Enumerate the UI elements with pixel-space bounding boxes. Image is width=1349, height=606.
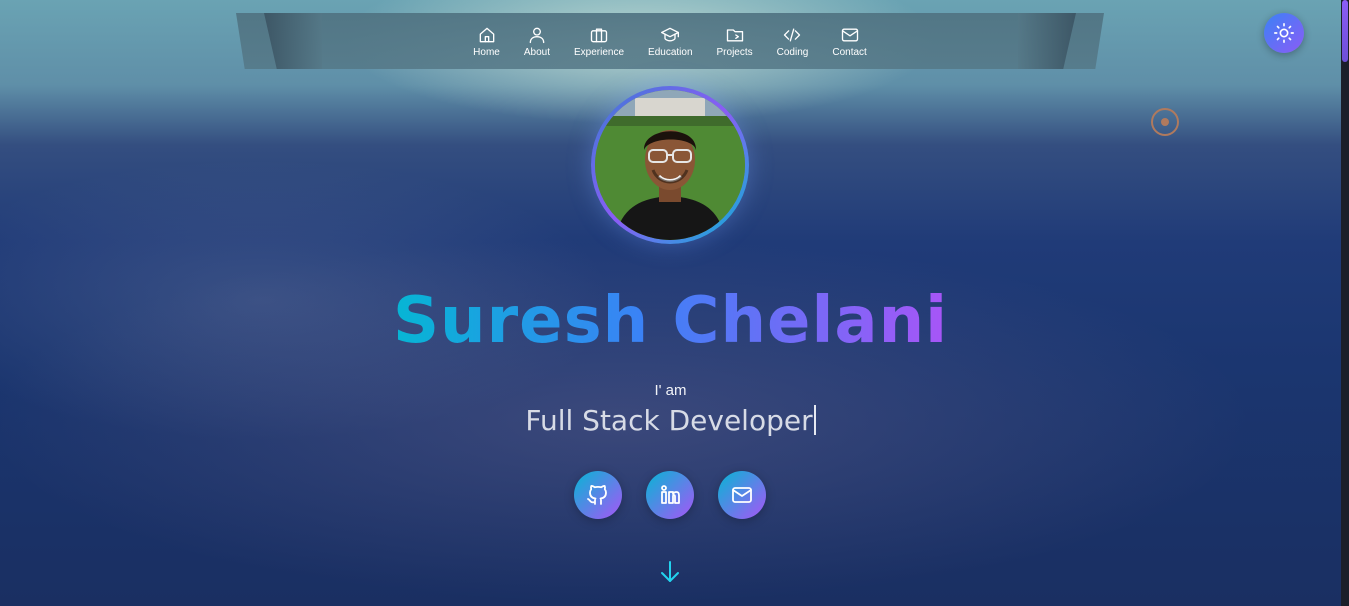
cursor-dot — [1161, 118, 1169, 126]
nav-item-label: Coding — [776, 46, 809, 58]
cursor-ring — [1151, 108, 1179, 136]
home-icon — [479, 27, 494, 42]
typing-caret — [813, 405, 816, 435]
mail-icon — [732, 487, 752, 503]
code-icon — [784, 28, 801, 41]
hero-role: Full Stack Developer — [0, 404, 1341, 437]
nav-item-label: About — [523, 46, 550, 58]
nav-item-label: Education — [648, 46, 693, 58]
top-navigation: Home About Experience Education Projects… — [236, 13, 1104, 69]
folder-icon — [726, 28, 743, 41]
scrollbar-thumb[interactable] — [1342, 0, 1348, 62]
arrow-down-icon — [661, 561, 679, 582]
linkedin-button[interactable] — [646, 471, 694, 519]
hero-intro: I' am — [654, 382, 687, 399]
nav-item-label: Experience — [574, 46, 625, 58]
email-button[interactable] — [718, 471, 766, 519]
user-icon — [529, 27, 545, 43]
hero-role-text: Full Stack Developer — [525, 404, 813, 437]
nav-item-coding[interactable]: Coding — [765, 25, 821, 58]
nav-item-contact[interactable]: Contact — [820, 25, 878, 58]
nav-item-label: Projects — [716, 46, 753, 58]
nav-item-home[interactable]: Home — [461, 25, 512, 58]
hero-section: Home About Experience Education Projects… — [0, 0, 1341, 606]
nav-item-projects[interactable]: Projects — [705, 25, 765, 58]
nav-item-about[interactable]: About — [512, 25, 562, 58]
linkedin-icon — [661, 485, 680, 504]
nav-items: Home About Experience Education Projects… — [236, 13, 1104, 69]
social-links — [574, 471, 766, 519]
avatar — [591, 86, 749, 244]
nav-item-label: Home — [473, 46, 500, 58]
sun-icon — [1274, 23, 1294, 43]
theme-toggle-button[interactable] — [1264, 13, 1304, 53]
nav-item-label: Contact — [832, 46, 867, 58]
nav-item-experience[interactable]: Experience — [562, 25, 636, 58]
hero-name: Suresh Chelani — [392, 284, 949, 358]
scroll-down-button[interactable] — [659, 559, 681, 585]
github-icon — [587, 485, 607, 505]
page-scrollbar[interactable] — [1341, 0, 1349, 606]
nav-item-education[interactable]: Education — [636, 25, 704, 58]
mail-icon — [841, 28, 858, 41]
profile-photo — [595, 90, 745, 240]
github-button[interactable] — [574, 471, 622, 519]
briefcase-icon — [590, 28, 608, 42]
graduation-cap-icon — [661, 27, 680, 41]
